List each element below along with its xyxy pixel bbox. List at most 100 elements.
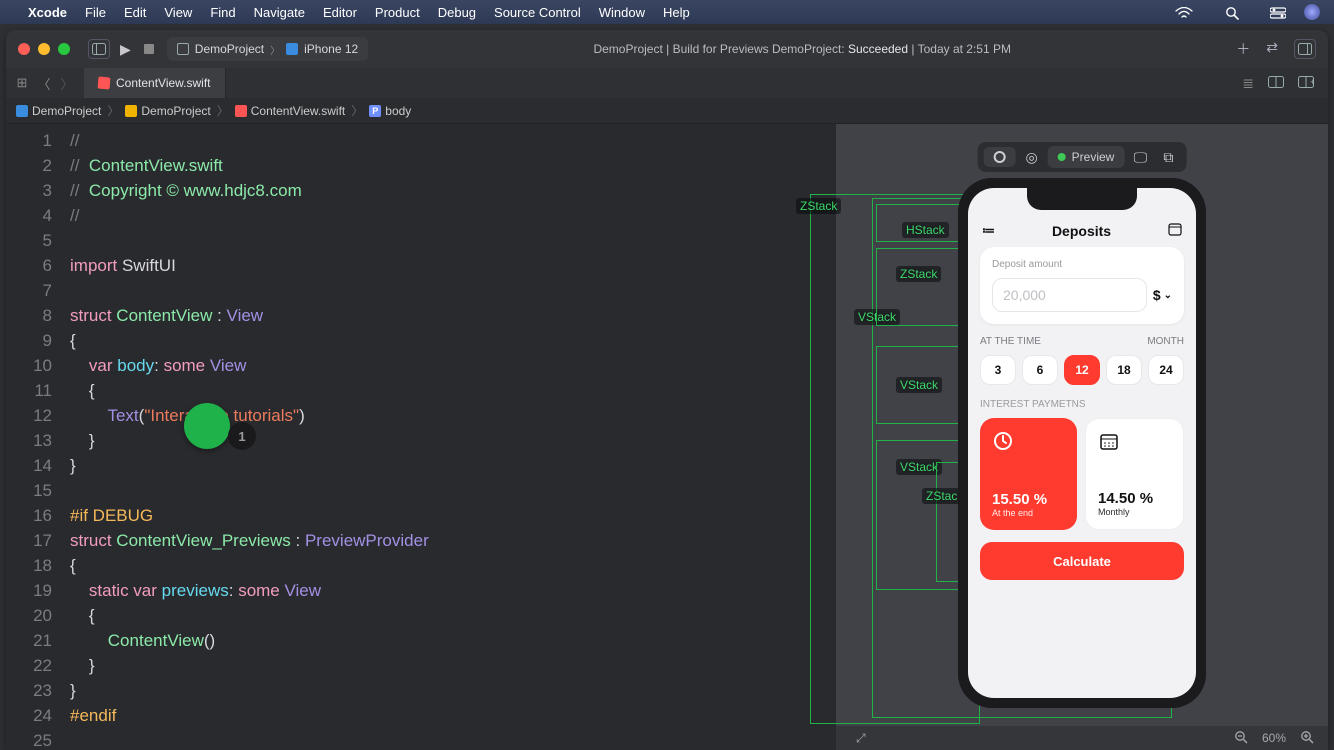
zoom-out-icon[interactable]: [1234, 730, 1248, 747]
notch: [1027, 188, 1137, 210]
close-icon[interactable]: [18, 43, 30, 55]
currency-selector[interactable]: $⌄: [1153, 287, 1172, 303]
app-title: Deposits: [1052, 223, 1111, 239]
deposit-card: Deposit amount 20,000 $⌄: [980, 247, 1184, 324]
menu-debug[interactable]: Debug: [438, 5, 476, 20]
editor-split: 1// 2// ContentView.swift 3// Copyright …: [6, 124, 1328, 750]
property-icon: P: [369, 105, 381, 117]
outline-label: VStack: [854, 309, 900, 325]
menu-help[interactable]: Help: [663, 5, 690, 20]
adjust-editor-icon[interactable]: [1268, 75, 1284, 91]
month-6[interactable]: 6: [1022, 355, 1058, 385]
tab-filename: ContentView.swift: [116, 76, 211, 90]
code-editor[interactable]: 1// 2// ContentView.swift 3// Copyright …: [6, 124, 836, 750]
calendar-grid-icon: [1098, 431, 1120, 458]
preview-footer: ⤢ 60%: [836, 726, 1328, 750]
menu-edit[interactable]: Edit: [124, 5, 146, 20]
menubar-app[interactable]: Xcode: [28, 5, 67, 20]
nav-back-icon[interactable]: 〈: [37, 74, 50, 93]
amount-input[interactable]: 20,000: [992, 278, 1147, 312]
live-preview-button[interactable]: [984, 147, 1016, 167]
deposit-label: Deposit amount: [992, 259, 1172, 270]
menu-editor[interactable]: Editor: [323, 5, 357, 20]
run-button[interactable]: ▶: [120, 41, 131, 58]
outline-label: HStack: [902, 222, 949, 238]
chevron-down-icon: ⌄: [1164, 290, 1172, 301]
menu-window[interactable]: Window: [599, 5, 645, 20]
menu-find[interactable]: Find: [210, 5, 235, 20]
folder-icon: [125, 105, 137, 117]
macos-menubar: Xcode File Edit View Find Navigate Edito…: [0, 0, 1334, 24]
tutorial-step-badge: 1: [228, 422, 256, 450]
month-3[interactable]: 3: [980, 355, 1016, 385]
tab-contentview[interactable]: ContentView.swift: [84, 68, 226, 98]
svg-text:+: +: [1310, 77, 1314, 87]
iphone-frame: ≔ Deposits Deposit amount 20,000 $⌄: [958, 178, 1206, 708]
spotlight-icon[interactable]: [1211, 5, 1243, 20]
menu-source-control[interactable]: Source Control: [494, 5, 581, 20]
app-header: ≔ Deposits: [980, 222, 1184, 247]
calendar-icon[interactable]: [1168, 222, 1182, 239]
month-18[interactable]: 18: [1106, 355, 1142, 385]
preview-mode[interactable]: Preview: [1048, 146, 1125, 168]
navigator-toggle-icon[interactable]: [88, 39, 110, 59]
canvas-preview: ◎ Preview 🖵 ⧉ ZStack VStack HStack ZStac…: [836, 124, 1328, 750]
time-row-head: AT THE TIME MONTH: [980, 336, 1184, 347]
code-review-icon[interactable]: ⇄: [1266, 39, 1278, 59]
navigation-breadcrumb[interactable]: DemoProject 〉 DemoProject 〉 ContentView.…: [6, 98, 1328, 124]
pin-preview-icon[interactable]: ⤢: [856, 731, 866, 746]
month-24[interactable]: 24: [1148, 355, 1184, 385]
nav-forward-icon[interactable]: 〉: [60, 74, 73, 93]
device-settings-icon[interactable]: 🖵: [1128, 149, 1152, 166]
menu-product[interactable]: Product: [375, 5, 420, 20]
editor-tabbar: ⊞ 〈 〉 ContentView.swift ≣ +: [6, 68, 1328, 98]
outline-zstack: [810, 194, 980, 724]
duplicate-preview-icon[interactable]: ⧉: [1156, 149, 1180, 166]
zoom-icon[interactable]: [58, 43, 70, 55]
outline-label: ZStack: [896, 266, 941, 282]
iphone-screen: ≔ Deposits Deposit amount 20,000 $⌄: [968, 188, 1196, 698]
preview-toolbar: ◎ Preview 🖵 ⧉: [978, 142, 1187, 172]
menu-navigate[interactable]: Navigate: [254, 5, 305, 20]
interest-monthly-card[interactable]: 14.50 % Monthly: [1085, 418, 1184, 530]
tutorial-cursor-icon: [184, 403, 230, 449]
month-selector: 3 6 12 18 24: [980, 355, 1184, 385]
chevron-right-icon: 〉: [270, 42, 280, 57]
minimize-icon[interactable]: [38, 43, 50, 55]
stop-button[interactable]: [141, 44, 157, 54]
selectable-preview-icon[interactable]: ◎: [1020, 149, 1044, 166]
outline-label: VStack: [896, 459, 942, 475]
zoom-level[interactable]: 60%: [1262, 731, 1286, 745]
menubar-status: [1147, 4, 1320, 21]
add-editor-icon[interactable]: +: [1298, 75, 1314, 91]
menu-icon[interactable]: ≔: [982, 223, 995, 239]
app-icon: [177, 43, 189, 55]
scheme-project: DemoProject: [195, 42, 264, 56]
window-controls[interactable]: [18, 43, 70, 55]
inspector-toggle-icon[interactable]: [1294, 39, 1316, 59]
interest-cards: 15.50 % At the end 14.50 % Mo: [980, 418, 1184, 530]
xcode-window: ▶ DemoProject 〉 iPhone 12 DemoProject | …: [6, 30, 1328, 750]
swift-file-icon: [235, 105, 247, 117]
interest-title: INTEREST PAYMETNS: [980, 399, 1184, 410]
menu-view[interactable]: View: [164, 5, 192, 20]
menu-file[interactable]: File: [85, 5, 106, 20]
xcode-toolbar: ▶ DemoProject 〉 iPhone 12 DemoProject | …: [6, 30, 1328, 68]
scheme-selector[interactable]: DemoProject 〉 iPhone 12: [167, 37, 368, 61]
project-icon: [16, 105, 28, 117]
calculate-button[interactable]: Calculate: [980, 542, 1184, 580]
zoom-in-icon[interactable]: [1300, 730, 1314, 747]
month-12[interactable]: 12: [1064, 355, 1100, 385]
user-icon[interactable]: [1304, 4, 1320, 20]
scheme-device: iPhone 12: [304, 42, 358, 56]
control-center-icon[interactable]: [1256, 5, 1290, 20]
add-button[interactable]: ＋: [1236, 39, 1250, 59]
swift-file-icon: [97, 76, 110, 89]
outline-label: VStack: [896, 377, 942, 393]
related-items-icon[interactable]: ⊞: [17, 75, 28, 91]
interest-end-card[interactable]: 15.50 % At the end: [980, 418, 1077, 530]
wifi-icon[interactable]: [1161, 5, 1197, 20]
activity-view: DemoProject | Build for Previews DemoPro…: [378, 42, 1226, 56]
status-dot-icon: [1058, 153, 1066, 161]
minimap-icon[interactable]: ≣: [1242, 75, 1254, 92]
